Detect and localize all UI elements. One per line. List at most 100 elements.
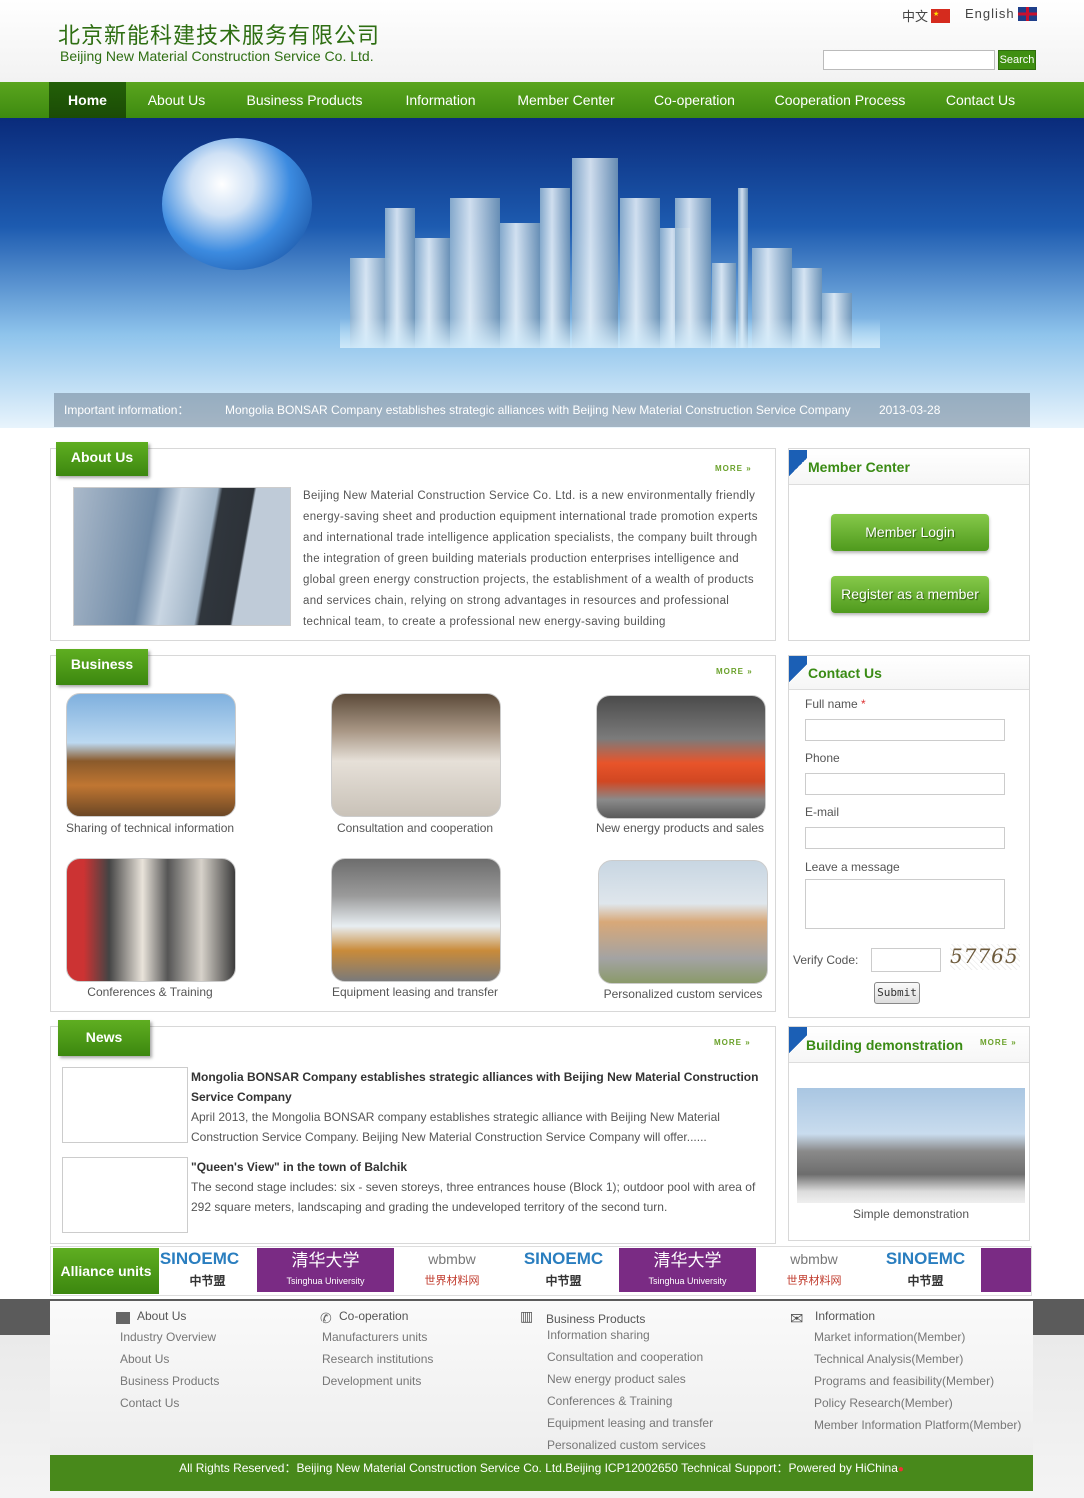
footer-col4-head[interactable]: Information [815,1309,875,1323]
footer-col3-head[interactable]: Business Products [546,1312,645,1326]
nav-information[interactable]: Information [392,82,489,118]
message-textarea[interactable] [805,879,1005,929]
footer-link[interactable]: About Us [120,1352,169,1366]
lang-english-label: English [965,6,1015,21]
important-info-ticker[interactable]: Important information： Mongolia BONSAR C… [54,393,1030,427]
copyright-text: All Rights Reserved：Beijing New Material… [179,1461,898,1475]
logo-english[interactable]: Beijing New Material Construction Servic… [60,48,374,64]
globe-graphic [162,138,312,270]
footer-link[interactable]: Policy Research(Member) [814,1396,953,1410]
member-login-button[interactable]: Member Login [831,514,989,551]
tsinghua-logo[interactable]: 清华大学 Tsinghua University [257,1248,394,1292]
ticker-date: 2013-03-28 [879,403,941,417]
business-image-conferences[interactable] [66,858,236,982]
hichina-icon: ● [897,1464,904,1475]
business-more-link[interactable]: MORE » [716,667,753,676]
nav-cooperation-process[interactable]: Cooperation Process [760,82,920,118]
footer-link[interactable]: New energy product sales [547,1372,686,1386]
phone-input[interactable] [805,773,1005,795]
ticker-label: Important information： [64,403,190,417]
sinoemc-logo[interactable]: SINOEMC 中节盟 [872,1248,979,1292]
sinoemc-logo-sub: 中节盟 [907,1274,944,1288]
sinoemc-logo-text: SINOEMC [160,1249,240,1268]
news-thumb-1[interactable] [62,1067,188,1143]
full-name-label: Full name * [805,697,866,711]
nav-home[interactable]: Home [49,82,126,118]
business-caption-2[interactable]: Consultation and cooperation [305,821,525,835]
business-image-new-energy[interactable] [596,695,766,819]
footer-link[interactable]: Research institutions [322,1352,433,1366]
full-name-label-text: Full name [805,697,858,711]
about-text: Beijing New Material Construction Servic… [303,490,758,628]
home-icon [116,1312,130,1324]
building-more-link[interactable]: MORE » [980,1038,1017,1047]
business-caption-6[interactable]: Personalized custom services [573,987,793,1001]
lang-chinese-link[interactable]: 中文 [902,6,951,25]
footer-link[interactable]: Information sharing [547,1328,650,1342]
footer-link[interactable]: Equipment leasing and transfer [547,1416,713,1430]
footer-link[interactable]: Member Information Platform(Member) [814,1418,1021,1432]
building-demo-image[interactable] [797,1088,1025,1203]
business-image-consultation[interactable] [331,693,501,817]
search-input[interactable] [823,50,995,70]
register-member-button[interactable]: Register as a member [831,576,989,613]
uk-flag-icon [1017,6,1037,21]
verify-code-input[interactable] [871,948,941,972]
footer-link[interactable]: Technical Analysis(Member) [814,1352,963,1366]
business-image-technical[interactable] [66,693,236,817]
nav-member-center[interactable]: Member Center [503,82,629,118]
alliance-label: Alliance units [53,1248,159,1294]
wbmbw-logo[interactable]: wbmbw 世界材料网 [759,1248,869,1292]
business-title: Business [56,649,148,685]
business-image-equipment[interactable] [331,858,501,982]
nav-co-operation[interactable]: Co-operation [640,82,749,118]
main-nav: Home About Us Business Products Informat… [0,82,1084,118]
news-item-title-1[interactable]: Mongolia BONSAR Company establishes stra… [191,1067,761,1107]
footer-link[interactable]: Conferences & Training [547,1394,672,1408]
wbmbw-logo[interactable]: wbmbw 世界材料网 [397,1248,507,1292]
news-item-title-2[interactable]: "Queen's View" in the town of Balchik [191,1157,761,1177]
ticker-text[interactable]: Mongolia BONSAR Company establishes stra… [225,393,851,427]
footer-col1-head[interactable]: About Us [137,1309,186,1323]
footer-link[interactable]: Business Products [120,1374,219,1388]
logo-chinese[interactable]: 北京新能科建技术服务有限公司 [58,18,380,50]
about-title: About Us [56,442,148,476]
about-building-image [73,487,291,626]
wbmbw-logo-sub: 世界材料网 [786,1275,842,1287]
blue-corner-icon [789,450,807,484]
business-caption-1[interactable]: Sharing of technical information [40,821,260,835]
search-button[interactable]: Search [998,50,1036,70]
copyright-bar: All Rights Reserved：Beijing New Material… [50,1455,1033,1491]
footer-link[interactable]: Market information(Member) [814,1330,965,1344]
footer-link[interactable]: Contact Us [120,1396,179,1410]
footer-link[interactable]: Industry Overview [120,1330,216,1344]
nav-contact-us[interactable]: Contact Us [932,82,1029,118]
sinoemc-logo[interactable]: SINOEMC 中节盟 [160,1248,255,1292]
business-image-custom[interactable] [598,860,768,984]
tsinghua-logo-partial[interactable] [981,1248,1031,1292]
footer-link[interactable]: Personalized custom services [547,1438,706,1452]
email-input[interactable] [805,827,1005,849]
news-thumb-2[interactable] [62,1157,188,1233]
sinoemc-logo[interactable]: SINOEMC 中节盟 [510,1248,617,1292]
business-caption-5[interactable]: Equipment leasing and transfer [305,985,525,999]
business-caption-4[interactable]: Conferences & Training [40,985,260,999]
full-name-input[interactable] [805,719,1005,741]
footer-link[interactable]: Development units [322,1374,421,1388]
lang-english-link[interactable]: English [965,6,1037,21]
footer-col2-head[interactable]: Co-operation [339,1309,408,1323]
nav-about-us[interactable]: About Us [133,82,220,118]
news-more-link[interactable]: MORE » [714,1038,751,1047]
business-caption-3[interactable]: New energy products and sales [570,821,790,835]
footer-link[interactable]: Manufacturers units [322,1330,427,1344]
footer-link[interactable]: Consultation and cooperation [547,1350,703,1364]
submit-button[interactable]: Submit [874,982,920,1004]
about-more-link[interactable]: MORE » [715,464,752,473]
wbmbw-logo-text: wbmbw [790,1251,838,1267]
tsinghua-logo[interactable]: 清华大学 Tsinghua University [619,1248,756,1292]
tsinghua-logo-sub: Tsinghua University [286,1276,365,1286]
blue-corner-icon [789,656,807,690]
footer-link[interactable]: Programs and feasibility(Member) [814,1374,994,1388]
building-caption[interactable]: Simple demonstration [797,1207,1025,1221]
nav-business-products[interactable]: Business Products [232,82,377,118]
